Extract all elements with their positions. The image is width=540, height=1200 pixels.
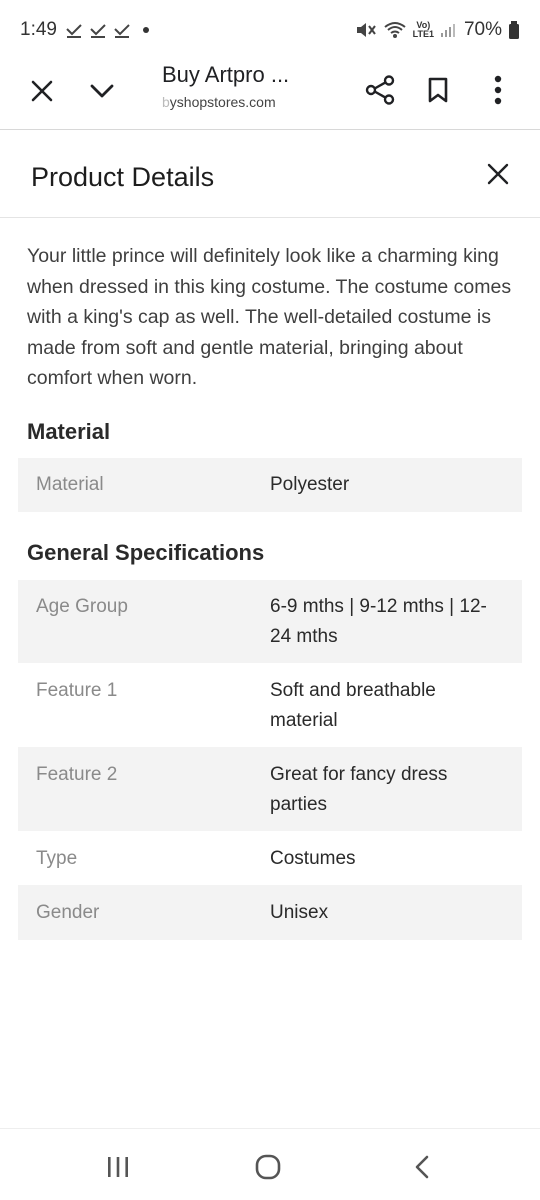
spec-row: Type Costumes [18,831,522,885]
browser-toolbar: Buy Artpro ... byshopstores.com [0,60,540,130]
recent-apps-icon [108,1157,128,1177]
spec-key: Feature 2 [36,764,118,785]
page-url: byshopstores.com [162,94,342,110]
notification-icons [65,21,149,39]
back-icon [415,1155,429,1179]
screen: 1:49 Vo) LTE1 70% Buy Artpro ... byshops… [0,0,540,1200]
system-nav-bar [0,1128,540,1200]
spec-value: Unisex [270,902,329,923]
close-icon [487,163,509,185]
status-time: 1:49 [20,19,57,40]
battery-percent: 70% [463,19,502,40]
network-type-label: Vo) LTE1 [412,20,434,39]
more-vert-icon [494,75,502,105]
page-title-area[interactable]: Buy Artpro ... byshopstores.com [162,62,342,110]
spec-value: 6-9 mths | 9-12 mths | 12-24 mths [270,596,487,647]
download-done-icon [66,24,82,38]
signal-icon [440,24,455,37]
panel-title: Product Details [31,162,215,192]
spec-key: Type [36,848,78,869]
download-done-icon [114,24,130,38]
page-url-domain: yshopstores.com [169,94,276,110]
more-options-button[interactable] [478,70,518,110]
bookmark-button[interactable] [418,70,458,110]
spec-value: Polyester [270,474,350,495]
spec-value: Great for fancy dress parties [270,764,448,815]
spec-row: Feature 1 Soft and breathable material [18,663,522,747]
spec-value: Soft and breathable material [270,680,436,731]
spec-key: Feature 1 [36,680,118,701]
mute-icon [356,23,376,37]
wifi-icon [384,22,406,38]
spec-row: Gender Unisex [18,885,522,940]
chevron-down-icon [90,84,114,98]
home-button[interactable] [242,1147,294,1187]
spec-row: Feature 2 Great for fancy dress parties [18,747,522,831]
status-right: Vo) LTE1 70% [355,19,520,41]
spec-key: Gender [36,902,100,923]
more-notifications-dot [142,27,149,33]
page-title: Buy Artpro ... [162,62,290,87]
status-bar: 1:49 Vo) LTE1 70% [0,0,540,60]
battery-icon [509,21,519,39]
general-specifications-heading: General Specifications [27,540,265,565]
spec-key: Age Group [36,596,128,617]
close-panel-button[interactable] [484,160,512,188]
download-done-icon [90,24,106,38]
back-button[interactable] [396,1147,448,1187]
page-url-faded: b [162,94,170,110]
share-icon [365,75,395,105]
minimize-tab-button[interactable] [84,73,120,109]
material-heading: Material [27,419,111,444]
spec-key: Material [36,474,104,495]
product-details-header: Product Details [0,130,540,218]
close-tab-button[interactable] [24,73,60,109]
spec-row: Material Polyester [18,458,522,512]
status-left: 1:49 [20,19,149,41]
recent-apps-button[interactable] [92,1147,144,1187]
spec-row: Age Group 6-9 mths | 9-12 mths | 12-24 m… [18,580,522,663]
product-description: Your little prince will definitely look … [27,245,512,389]
bookmark-icon [428,77,448,103]
share-button[interactable] [360,70,400,110]
close-icon [31,80,53,102]
home-icon [255,1154,281,1180]
spec-value: Costumes [270,848,356,869]
